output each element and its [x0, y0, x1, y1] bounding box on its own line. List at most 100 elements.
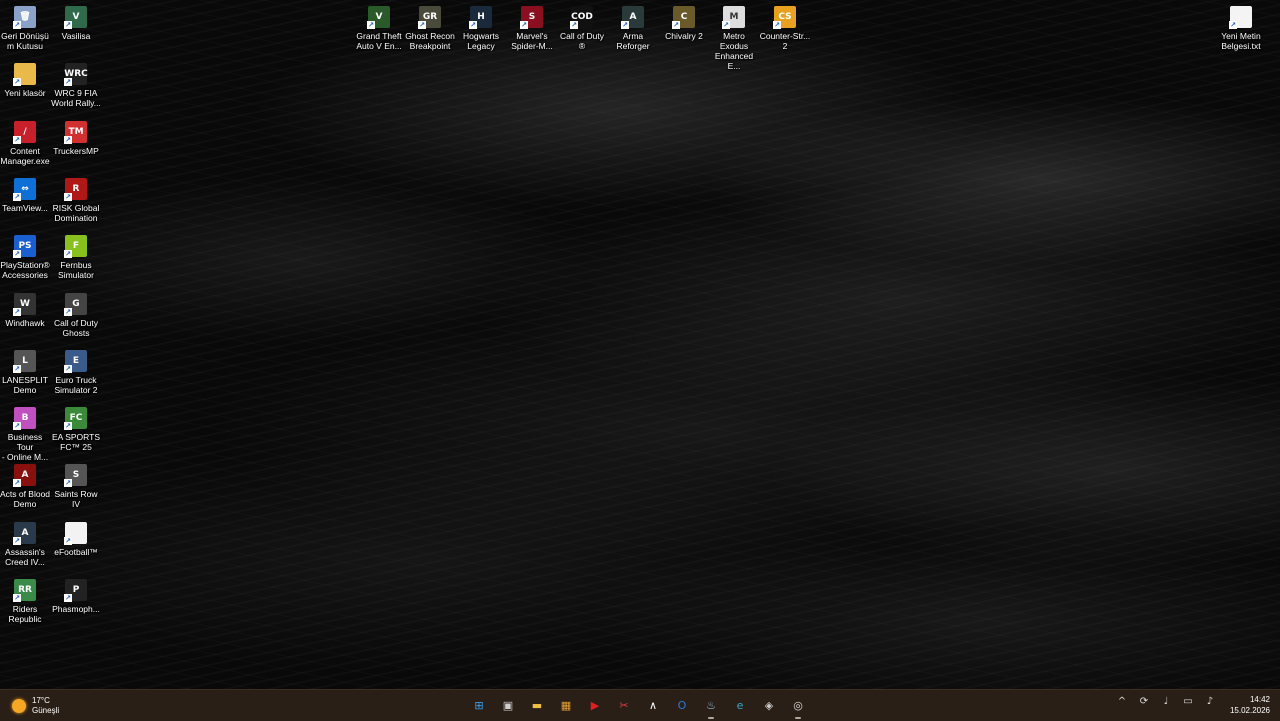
desktop-icon[interactable]: RRISK Global Domination	[50, 176, 102, 223]
desktop-icon[interactable]: P Phasmoph...	[50, 577, 102, 614]
assassins-creed-icon: A	[13, 521, 36, 545]
microphone-icon[interactable]: ♩	[1160, 696, 1172, 707]
desktop-icon[interactable]: AAssassin's Creed IV...	[0, 520, 51, 567]
weather-widget[interactable]: 17°C Güneşli	[12, 694, 59, 718]
desktop-icon-label: Euro Truck Simulator 2	[54, 374, 98, 395]
desktop-icon[interactable]: WWindhawk	[0, 291, 51, 328]
snipping-tool-icon[interactable]: ✂	[613, 694, 635, 716]
show-hidden-icons-icon[interactable]: ^	[1116, 696, 1128, 707]
cod-ghosts-icon: G	[64, 292, 87, 316]
metro-exodus-icon: M	[722, 6, 745, 29]
desktop-icon[interactable]: FCEA SPORTS FC™ 25	[50, 405, 102, 452]
clock[interactable]: 14:42 15.02.2026	[1220, 694, 1270, 716]
risk-icon: R	[64, 177, 87, 201]
cod-icon: COD	[570, 6, 593, 29]
game-app-icon[interactable]: ◎	[787, 694, 809, 719]
playstation-accessories-icon: PS	[13, 235, 36, 259]
desktop-icon-label: Saints Row IV	[54, 489, 98, 510]
desktop-icon[interactable]: TMTruckersMP	[50, 119, 102, 156]
arc-icon[interactable]: ∧	[642, 694, 664, 716]
desktop-icon[interactable]: /Content Manager.exe	[0, 119, 51, 166]
desktop-icon[interactable]: WRCWRC 9 FIA World Rally...	[50, 61, 102, 108]
desktop-icon-label: Vasilisa	[61, 31, 91, 41]
desktop-icon[interactable]: HHogwarts Legacy	[455, 4, 507, 51]
taskbar: 17°C Güneşli ⊞ ▣ ▬ ▦ ▶ ✂ ∧ O ♨ e ◈ ◎ ^ ⟳ ♩ ▭ ♪ 14:42 15…	[0, 689, 1280, 721]
fernbus-icon: F	[64, 235, 87, 259]
spiderman-icon: S	[520, 6, 543, 29]
desktop-icon[interactable]: AArma Reforger	[607, 4, 659, 51]
gta5-icon: V	[367, 6, 390, 29]
desktop-icon[interactable]: ⇔TeamView...	[0, 176, 51, 213]
ghost-recon-icon: GR	[418, 6, 441, 29]
desktop-icon[interactable]: Yeni Metin Belgesi.txt	[1215, 4, 1267, 51]
desktop: 🗑Geri Dönüşü m Kutusu V Vasilisa Yeni klasö…	[0, 0, 1280, 689]
desktop-icon-label: PlayStation® Accessories	[0, 260, 50, 281]
desktop-icon-label: Call of Duty Ghosts	[54, 317, 98, 338]
riders-republic-icon: RR	[13, 579, 36, 602]
text-file-icon	[1229, 6, 1252, 29]
desktop-icon-label: Call of Duty ®	[560, 31, 604, 51]
chivalry-icon: C	[672, 6, 695, 29]
hogwarts-icon: H	[469, 6, 492, 29]
desktop-icon-label: Counter-Str... 2	[759, 31, 811, 51]
desktop-icon[interactable]: AActs of Blood Demo	[0, 462, 51, 509]
microsoft-store-icon[interactable]: ▦	[555, 694, 577, 716]
wrc9-icon: WRC	[64, 63, 88, 87]
desktop-icon-label: Assassin's Creed IV...	[5, 546, 45, 567]
sync-icon[interactable]: ⟳	[1138, 696, 1150, 707]
desktop-icon[interactable]: CODCall of Duty ®	[556, 4, 608, 51]
desktop-icon[interactable]: MMetro Exodus Enhanced E...	[708, 4, 760, 71]
desktop-icon[interactable]: BBusiness Tour - Online M...	[0, 405, 51, 462]
edge-icon[interactable]: e	[729, 694, 751, 716]
desktop-icon[interactable]: GRGhost Recon Breakpoint	[404, 4, 456, 51]
desktop-icon[interactable]: GCall of Duty Ghosts	[50, 291, 102, 338]
desktop-icon[interactable]: VGrand Theft Auto V En...	[353, 4, 405, 51]
desktop-icon-label: WRC 9 FIA World Rally...	[51, 88, 101, 109]
desktop-icon[interactable]: RRRiders Republic	[0, 577, 51, 624]
file-explorer-icon[interactable]: ▬	[526, 694, 548, 716]
desktop-icon-label: Arma Reforger	[616, 31, 650, 51]
arma-icon: A	[621, 6, 644, 29]
desktop-icon-label: Fernbus Simulator	[58, 260, 94, 281]
desktop-icon[interactable]: CSCounter-Str... 2	[759, 4, 811, 51]
saints-row-icon: S	[64, 464, 87, 488]
start-button[interactable]: ⊞	[468, 694, 490, 716]
youtube-music-icon[interactable]: ▶	[584, 694, 606, 716]
truckersmp-icon: TM	[64, 120, 87, 144]
unity-hub-icon[interactable]: ◈	[758, 694, 780, 716]
desktop-icon-label: Marvel's Spider-M...	[511, 31, 553, 51]
steam-icon[interactable]: ♨	[700, 694, 722, 719]
desktop-icon-label: Business Tour - Online M...	[1, 432, 49, 463]
desktop-icon-label: Hogwarts Legacy	[463, 31, 499, 51]
acts-of-blood-icon: A	[13, 464, 36, 488]
recycle-bin-icon: 🗑	[13, 6, 36, 29]
desktop-icon[interactable]: PSPlayStation® Accessories	[0, 233, 51, 280]
desktop-icon-label: Chivalry 2	[665, 31, 703, 41]
desktop-icon[interactable]: SSaints Row IV	[50, 462, 102, 509]
outlook-icon[interactable]: O	[671, 694, 693, 716]
network-icon[interactable]: ▭	[1182, 696, 1194, 707]
desktop-icon-label: Geri Dönüşü m Kutusu	[1, 31, 49, 51]
desktop-icon[interactable]: V Vasilisa	[50, 4, 102, 41]
ets2-icon: E	[64, 349, 87, 373]
phasmophobia-icon: P	[64, 579, 87, 602]
desktop-icon[interactable]: LLANESPLIT Demo	[0, 348, 51, 395]
ea-fc25-icon: FC	[64, 407, 87, 431]
desktop-icon[interactable]: SMarvel's Spider-M...	[506, 4, 558, 51]
desktop-icon[interactable]: 🗑Geri Dönüşü m Kutusu	[0, 4, 51, 51]
desktop-icon-label: Grand Theft Auto V En...	[356, 31, 402, 51]
desktop-icon-label: Metro Exodus Enhanced E...	[714, 31, 754, 71]
desktop-icon-label: RISK Global Domination	[52, 202, 100, 223]
desktop-icon[interactable]: C Chivalry 2	[658, 4, 710, 41]
desktop-icon-label: Windhawk	[5, 317, 45, 328]
task-view-icon[interactable]: ▣	[497, 694, 519, 716]
desktop-icon[interactable]: eFootball™	[50, 520, 102, 557]
desktop-icon-label: Yeni klasör	[4, 88, 46, 99]
desktop-icon[interactable]: Yeni klasör	[0, 61, 51, 98]
desktop-icon-label: Acts of Blood Demo	[0, 489, 51, 510]
desktop-icon[interactable]: FFernbus Simulator	[50, 233, 102, 280]
vasilisa-icon: V	[64, 6, 87, 29]
desktop-icon[interactable]: EEuro Truck Simulator 2	[50, 348, 102, 395]
taskbar-apps: ⊞ ▣ ▬ ▦ ▶ ✂ ∧ O ♨ e ◈ ◎	[468, 694, 809, 719]
volume-icon[interactable]: ♪	[1204, 696, 1216, 707]
